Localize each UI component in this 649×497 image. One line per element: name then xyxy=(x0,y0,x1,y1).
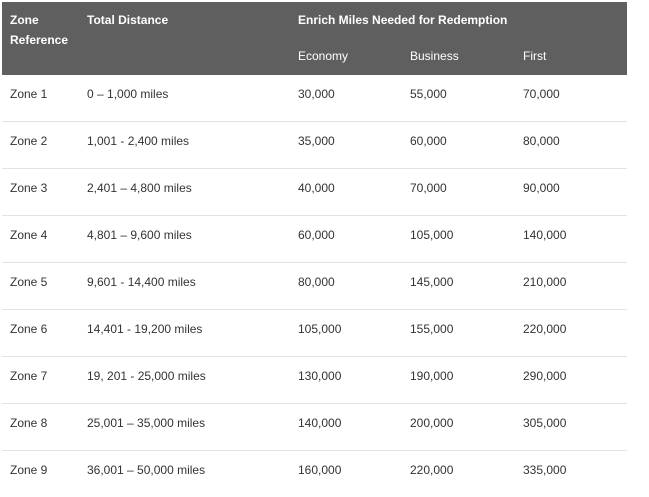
cell-zone: Zone 3 xyxy=(10,181,48,195)
cell-distance: 14,401 - 19,200 miles xyxy=(87,322,203,336)
cell-business: 55,000 xyxy=(410,87,447,101)
cell-business: 60,000 xyxy=(410,134,447,148)
cell-economy: 140,000 xyxy=(298,416,342,430)
cell-first: 305,000 xyxy=(523,416,567,430)
cell-economy: 30,000 xyxy=(298,87,335,101)
cell-first: 80,000 xyxy=(523,134,560,148)
table-row: Zone 8 25,001 – 35,000 miles 140,000 200… xyxy=(2,404,627,451)
cell-economy: 60,000 xyxy=(298,228,335,242)
cell-distance: 1,001 - 2,400 miles xyxy=(87,134,190,148)
cell-first: 220,000 xyxy=(523,322,567,336)
cell-zone: Zone 7 xyxy=(10,369,48,383)
cell-zone: Zone 2 xyxy=(10,134,48,148)
cell-economy: 80,000 xyxy=(298,275,335,289)
cell-first: 70,000 xyxy=(523,87,560,101)
cell-business: 155,000 xyxy=(410,322,454,336)
cell-distance: 36,001 – 50,000 miles xyxy=(87,463,206,477)
table-body: Zone 1 0 – 1,000 miles 30,000 55,000 70,… xyxy=(2,75,627,497)
cell-business: 145,000 xyxy=(410,275,454,289)
cell-first: 335,000 xyxy=(523,463,567,477)
cell-business: 70,000 xyxy=(410,181,447,195)
table-row: Zone 7 19, 201 - 25,000 miles 130,000 19… xyxy=(2,357,627,404)
cell-economy: 105,000 xyxy=(298,322,342,336)
cell-zone: Zone 5 xyxy=(10,275,48,289)
cell-zone: Zone 6 xyxy=(10,322,48,336)
cell-zone: Zone 9 xyxy=(10,463,48,477)
cell-zone: Zone 8 xyxy=(10,416,48,430)
table-row: Zone 1 0 – 1,000 miles 30,000 55,000 70,… xyxy=(2,75,627,122)
header-miles-needed: Enrich Miles Needed for Redemption xyxy=(298,13,508,27)
cell-business: 200,000 xyxy=(410,416,454,430)
table-row: Zone 2 1,001 - 2,400 miles 35,000 60,000… xyxy=(2,122,627,169)
header-economy: Economy xyxy=(298,49,349,63)
cell-zone: Zone 4 xyxy=(10,228,48,242)
cell-economy: 40,000 xyxy=(298,181,335,195)
table-header: Zone Reference Total Distance Enrich Mil… xyxy=(2,2,627,75)
header-zone-reference: Zone Reference xyxy=(10,13,69,47)
table-row: Zone 4 4,801 – 9,600 miles 60,000 105,00… xyxy=(2,216,627,263)
cell-economy: 130,000 xyxy=(298,369,342,383)
table-row: Zone 9 36,001 – 50,000 miles 160,000 220… xyxy=(2,451,627,497)
cell-distance: 0 – 1,000 miles xyxy=(87,87,169,101)
cell-first: 290,000 xyxy=(523,369,567,383)
table-row: Zone 6 14,401 - 19,200 miles 105,000 155… xyxy=(2,310,627,357)
cell-distance: 25,001 – 35,000 miles xyxy=(87,416,206,430)
cell-zone: Zone 1 xyxy=(10,87,48,101)
table-row: Zone 3 2,401 – 4,800 miles 40,000 70,000… xyxy=(2,169,627,216)
redemption-table: Zone Reference Total Distance Enrich Mil… xyxy=(2,2,627,497)
cell-economy: 35,000 xyxy=(298,134,335,148)
cell-business: 190,000 xyxy=(410,369,454,383)
cell-first: 90,000 xyxy=(523,181,560,195)
cell-first: 210,000 xyxy=(523,275,567,289)
cell-business: 220,000 xyxy=(410,463,454,477)
header-first: First xyxy=(523,49,547,63)
cell-distance: 2,401 – 4,800 miles xyxy=(87,181,192,195)
cell-distance: 4,801 – 9,600 miles xyxy=(87,228,192,242)
table-row: Zone 5 9,601 - 14,400 miles 80,000 145,0… xyxy=(2,263,627,310)
cell-economy: 160,000 xyxy=(298,463,342,477)
cell-distance: 19, 201 - 25,000 miles xyxy=(87,369,206,383)
header-business: Business xyxy=(410,49,459,63)
cell-distance: 9,601 - 14,400 miles xyxy=(87,275,196,289)
header-total-distance: Total Distance xyxy=(87,13,169,27)
cell-first: 140,000 xyxy=(523,228,567,242)
cell-business: 105,000 xyxy=(410,228,454,242)
